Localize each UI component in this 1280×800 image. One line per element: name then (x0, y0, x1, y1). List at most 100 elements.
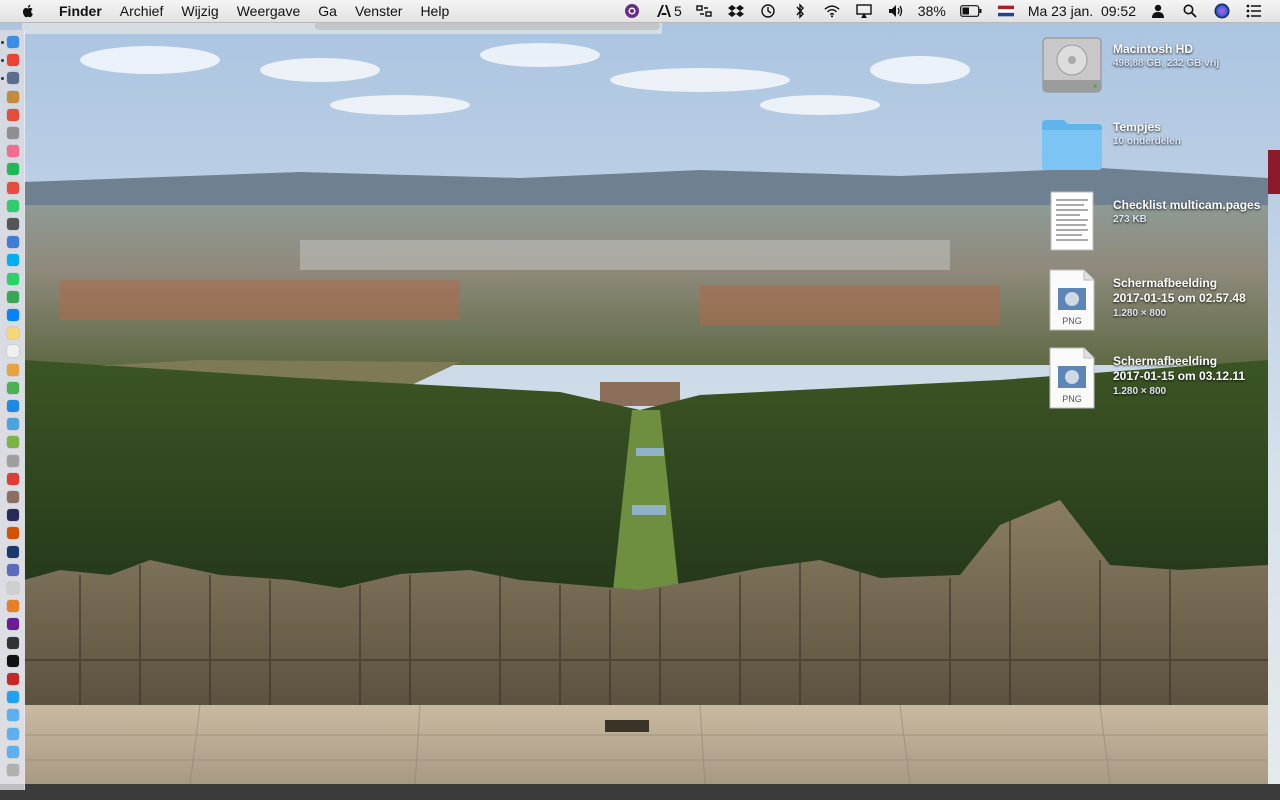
png-badge: PNG (1062, 316, 1082, 326)
volume-icon[interactable] (888, 3, 904, 19)
dock-app-icon[interactable] (7, 618, 19, 631)
desktop-item-info: 273 KB (1113, 214, 1147, 225)
menu-app-finder[interactable]: Finder (50, 0, 111, 22)
screen-sharing-icon[interactable] (696, 3, 712, 19)
bluetooth-icon[interactable] (792, 3, 808, 19)
dock-app-icon[interactable] (7, 327, 19, 340)
dock-app-icon[interactable] (7, 472, 19, 485)
dock-app-icon[interactable] (7, 709, 19, 722)
dock-app-icon[interactable] (7, 54, 19, 67)
dock-app-icon[interactable] (7, 636, 19, 649)
dock-app-icon[interactable] (7, 254, 19, 267)
dock-app-icon[interactable] (7, 600, 19, 613)
dock-app-icon[interactable] (7, 163, 19, 176)
dock-app-icon[interactable] (7, 745, 19, 758)
adobe-count: 5 (673, 3, 682, 19)
desktop-item-name-line1: Schermafbeelding (1113, 276, 1218, 290)
dock-app-icon[interactable] (7, 582, 19, 594)
menu-wijzig[interactable]: Wijzig (172, 0, 227, 22)
desktop-item-name: Schermafbeelding 2017-01-15 om 02.57.48 (1113, 276, 1246, 306)
airplay-icon[interactable] (856, 3, 872, 19)
dock-app-icon[interactable] (7, 72, 19, 85)
menu-archief[interactable]: Archief (111, 0, 173, 22)
png-file-icon: PNG (1049, 347, 1095, 409)
apple-menu-icon[interactable] (20, 3, 36, 19)
hard-drive-icon (1042, 37, 1102, 93)
menu-bar: Finder Archief Wijzig Weergave Ga Venste… (0, 0, 1280, 23)
dock-app-icon[interactable] (7, 727, 19, 740)
desktop-item-tempjes[interactable]: Tempjes 10 onderdelen (1040, 112, 1280, 182)
dock-app-icon[interactable] (7, 36, 19, 48)
dock-app-icon[interactable] (7, 345, 19, 358)
dock-app-icon[interactable] (7, 563, 19, 576)
menu-ga[interactable]: Ga (309, 0, 346, 22)
desktop-item-name-line2: 2017-01-15 om 02.57.48 (1113, 291, 1246, 305)
flag-nl-icon[interactable] (997, 3, 1014, 19)
dock-app-icon[interactable] (7, 363, 19, 376)
window-scrollbar[interactable] (315, 22, 660, 30)
desktop-item-info: 1.280 × 800 (1113, 386, 1167, 397)
battery-icon[interactable] (959, 3, 982, 19)
dock-app-icon[interactable] (7, 400, 19, 412)
dock-app-icon[interactable] (7, 436, 19, 449)
desktop-item-screenshot-1[interactable]: PNG Schermafbeelding 2017-01-15 om 02.57.… (1040, 268, 1280, 338)
user-icon[interactable] (1150, 3, 1166, 19)
adobe-icon[interactable] (656, 3, 672, 19)
dock-app-icon[interactable] (7, 181, 19, 194)
dock-app-icon[interactable] (7, 127, 19, 139)
dock-app-icon[interactable] (7, 108, 19, 121)
menu-help[interactable]: Help (411, 0, 458, 22)
notification-center-icon[interactable] (1246, 3, 1262, 19)
dock-running-indicator (1, 41, 4, 44)
battery-percentage: 38% (917, 3, 946, 19)
dock-app-icon[interactable] (7, 654, 19, 667)
desktop-item-name: Macintosh HD (1113, 42, 1194, 56)
dock-app-icon[interactable] (7, 509, 19, 522)
menu-venster[interactable]: Venster (346, 0, 411, 22)
dock-running-indicator (1, 77, 4, 81)
pages-document-icon (1050, 191, 1094, 251)
dock-app-icon[interactable] (7, 527, 19, 540)
window-edge-right (1268, 150, 1280, 194)
dock-app-icon[interactable] (7, 199, 19, 212)
screen-bottom-edge (0, 784, 1280, 800)
desktop-item-info: 1.280 × 800 (1113, 308, 1167, 319)
dock-app-icon[interactable] (7, 418, 19, 431)
dock-app-icon[interactable] (7, 491, 19, 503)
desktop-item-name-line1: Schermafbeelding (1113, 354, 1218, 368)
dock-app-icon[interactable] (7, 290, 19, 303)
dock-app-icon[interactable] (7, 145, 19, 158)
png-badge: PNG (1062, 394, 1082, 404)
clock[interactable]: Ma 23 jan. 09:52 (1028, 3, 1136, 19)
desktop-item-macintosh-hd[interactable]: Macintosh HD 498,88 GB, 232 GB vrij (1040, 34, 1280, 104)
dock-running-indicator (1, 59, 4, 63)
dock-app-icon[interactable] (7, 673, 19, 685)
dock-app-icon[interactable] (7, 381, 19, 394)
menu-weergave[interactable]: Weergave (228, 0, 310, 22)
dock-app-icon[interactable] (7, 272, 19, 285)
desktop-item-checklist[interactable]: Checklist multicam.pages 273 KB (1040, 190, 1280, 260)
desktop-item-name-line2: 2017-01-15 om 03.12.11 (1113, 369, 1246, 383)
dock-app-icon[interactable] (7, 454, 19, 467)
wifi-icon[interactable] (824, 3, 840, 19)
dock-app-icon[interactable] (7, 691, 19, 704)
dock-app-icon[interactable] (7, 236, 19, 249)
desktop-item-name: Tempjes (1113, 120, 1161, 134)
dock-app-icon[interactable] (7, 309, 19, 321)
tor-icon[interactable] (624, 3, 640, 19)
folder-icon (1042, 120, 1102, 170)
siri-icon[interactable] (1214, 3, 1230, 19)
dock-app-icon[interactable] (7, 90, 19, 103)
desktop-item-screenshot-2[interactable]: PNG Schermafbeelding 2017-01-15 om 03.12.… (1040, 346, 1280, 416)
dock (0, 30, 25, 790)
dock-app-icon[interactable] (7, 545, 19, 558)
desktop-item-name: Checklist multicam.pages (1113, 198, 1261, 212)
desktop-item-info: 498,88 GB, 232 GB vrij (1113, 58, 1220, 69)
dock-app-icon[interactable] (7, 218, 19, 230)
spotlight-icon[interactable] (1182, 3, 1198, 19)
dropbox-icon[interactable] (727, 3, 744, 19)
png-file-icon: PNG (1049, 269, 1095, 331)
dock-app-icon[interactable] (7, 764, 19, 776)
time-machine-icon[interactable] (760, 3, 776, 19)
desktop-item-name: Schermafbeelding 2017-01-15 om 03.12.11 (1113, 354, 1245, 384)
